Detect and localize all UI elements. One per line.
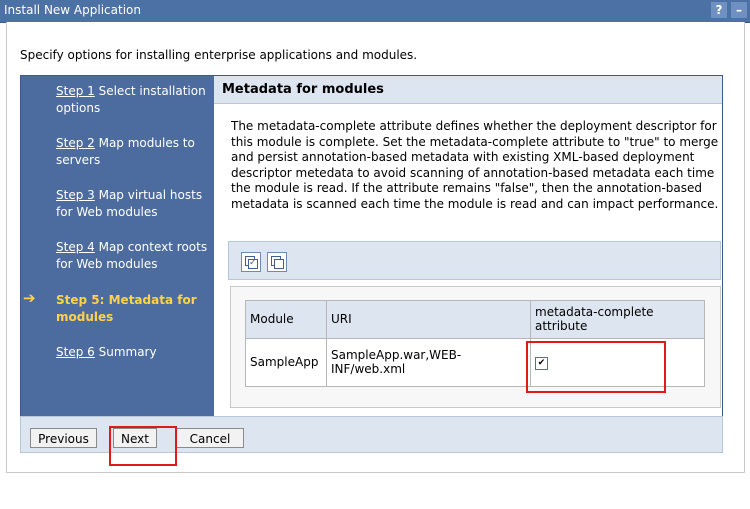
step-1-link[interactable]: Step 1: [56, 84, 95, 98]
column-header-metadata: metadata-complete attribute: [530, 300, 705, 339]
content-title: Metadata for modules: [222, 82, 384, 97]
step-1[interactable]: Step 1 Select installation options: [56, 83, 211, 117]
cancel-button[interactable]: Cancel: [176, 428, 244, 448]
step-4[interactable]: Step 4 Map context roots for Web modules: [56, 239, 211, 273]
minimize-button[interactable]: –: [731, 2, 747, 18]
step-2[interactable]: Step 2 Map modules to servers: [56, 135, 211, 169]
step-5-current: Step 5: Metadata for modules: [56, 293, 197, 324]
table-toolbar: ✓: [228, 241, 721, 280]
step-4-link[interactable]: Step 4: [56, 240, 95, 254]
help-button[interactable]: ?: [711, 2, 727, 18]
content-header: Metadata for modules: [214, 76, 722, 104]
window-title: Install New Application: [4, 3, 141, 17]
cell-module: SampleApp: [245, 337, 327, 388]
step-3[interactable]: Step 3 Map virtual hosts for Web modules: [56, 187, 211, 221]
step-6-link[interactable]: Step 6: [56, 345, 95, 359]
column-header-module: Module: [245, 300, 327, 339]
step-2-link[interactable]: Step 2: [56, 136, 95, 150]
previous-button[interactable]: Previous: [30, 428, 97, 448]
window-titlebar: Install New Application ? –: [0, 0, 750, 23]
table-header-row: Module URI metadata-complete attribute: [245, 300, 705, 339]
next-button-highlight: [109, 426, 177, 466]
intro-text: Specify options for installing enterpris…: [20, 48, 418, 62]
current-step-arrow-icon: ➔: [23, 289, 36, 307]
checkbox-highlight: [526, 341, 666, 393]
column-header-uri: URI: [326, 300, 531, 339]
cell-uri: SampleApp.war,WEB-INF/web.xml: [326, 337, 531, 388]
step-3-link[interactable]: Step 3: [56, 188, 95, 202]
deselect-all-icon[interactable]: [267, 252, 287, 272]
step-6[interactable]: Step 6 Summary: [56, 344, 211, 361]
description-text: The metadata-complete attribute defines …: [231, 119, 719, 211]
steps-nav: Step 1 Select installation options Step …: [21, 76, 214, 416]
select-all-icon[interactable]: ✓: [241, 252, 261, 272]
